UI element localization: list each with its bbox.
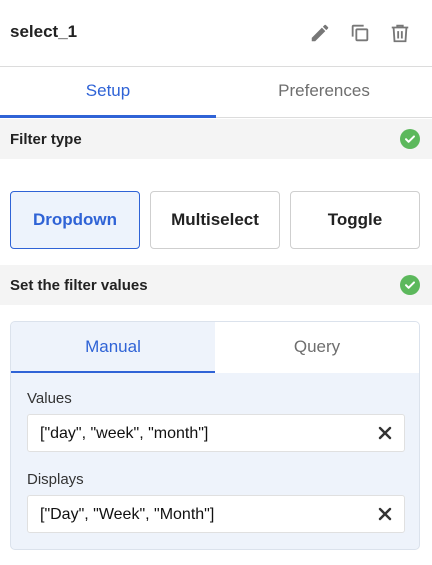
values-input[interactable]: ["day", "week", "month"]	[27, 414, 405, 452]
filter-values-section: Set the filter values	[0, 265, 432, 305]
filter-values-label: Set the filter values	[10, 277, 148, 294]
filter-values-card: Manual Query Values ["day", "week", "mon…	[10, 321, 420, 550]
tab-preferences[interactable]: Preferences	[216, 67, 432, 117]
dropdown-button[interactable]: Dropdown	[10, 191, 140, 249]
copy-icon[interactable]	[348, 21, 372, 45]
close-icon[interactable]	[376, 424, 394, 442]
values-source-tabs: Manual Query	[11, 322, 419, 373]
displays-text: ["Day", "Week", "Month"]	[40, 506, 215, 523]
tab-manual[interactable]: Manual	[11, 322, 215, 373]
panel-tabs: Setup Preferences	[0, 67, 432, 118]
tab-query[interactable]: Query	[215, 322, 419, 373]
tab-setup[interactable]: Setup	[0, 67, 216, 118]
trash-icon[interactable]	[388, 21, 412, 45]
panel-header: select_1	[0, 0, 432, 67]
filter-type-section: Filter type	[0, 119, 432, 159]
close-icon[interactable]	[376, 505, 394, 523]
toggle-button[interactable]: Toggle	[290, 191, 420, 249]
values-label: Values	[27, 390, 72, 407]
filter-type-label: Filter type	[10, 131, 82, 148]
displays-input[interactable]: ["Day", "Week", "Month"]	[27, 495, 405, 533]
panel-title: select_1	[10, 22, 78, 41]
multiselect-button[interactable]: Multiselect	[150, 191, 280, 249]
check-circle-icon	[400, 129, 420, 149]
displays-label: Displays	[27, 471, 84, 488]
values-text: ["day", "week", "month"]	[40, 425, 209, 442]
check-circle-icon	[400, 275, 420, 295]
pencil-icon[interactable]	[308, 21, 332, 45]
